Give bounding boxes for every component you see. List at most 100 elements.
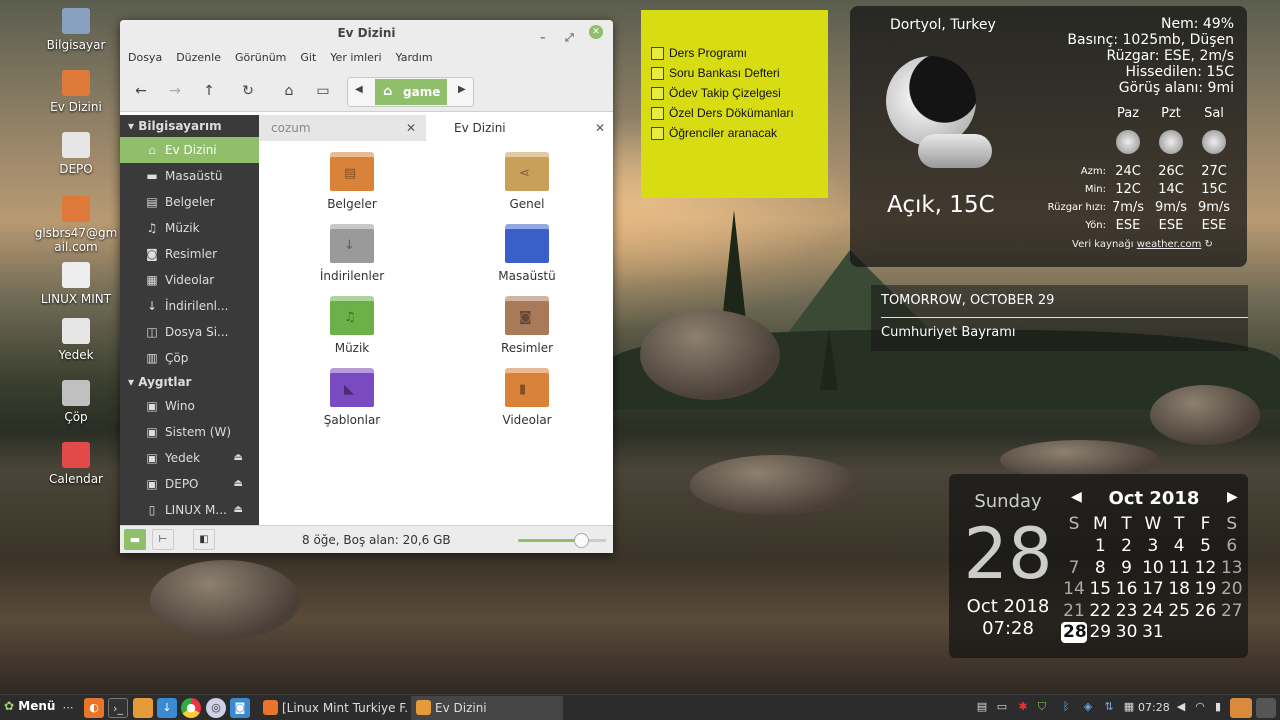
calendar-day-cell[interactable]: 26 [1193, 601, 1219, 623]
wifi-icon[interactable]: ◠ [1192, 699, 1208, 715]
sidebar-item[interactable]: ▣ DEPO ⏏ [120, 471, 259, 497]
calendar-day-cell[interactable]: 17 [1140, 579, 1166, 601]
calendar-day-cell[interactable]: 29 [1087, 622, 1113, 644]
calendar-day-cell[interactable]: 14 [1061, 579, 1087, 601]
calendar-icon[interactable]: ▦ [1121, 699, 1137, 715]
folder-item[interactable]: ⋖ Genel [477, 152, 577, 211]
sidebar-item[interactable]: ▥ Çöp [120, 345, 259, 371]
checkbox[interactable] [651, 86, 664, 100]
tree-toggle-button[interactable]: ⊢ [152, 529, 174, 550]
eject-icon[interactable]: ⏏ [234, 445, 243, 471]
checklist-item[interactable]: Ders Programı [641, 43, 828, 63]
checkbox[interactable] [651, 126, 664, 140]
sidebar-toggle-button[interactable]: ◧ [193, 529, 215, 550]
taskbar-button[interactable]: [Linux Mint Turkiye F... [258, 696, 408, 720]
eject-icon[interactable]: ⏏ [234, 471, 243, 497]
sidebar-item[interactable]: ▯ LINUX M... ⏏ [120, 497, 259, 523]
taskbar-button[interactable]: Ev Dizini [411, 696, 563, 720]
downloader-icon[interactable]: ↓ [157, 698, 177, 718]
menu-item[interactable]: Görünüm [235, 46, 286, 70]
calendar-day-cell[interactable]: 5 [1193, 536, 1219, 558]
calendar-day-cell[interactable]: 4 [1166, 536, 1192, 558]
breadcrumb-home-button[interactable]: ⌂ game [375, 79, 447, 105]
calendar-day-cell[interactable]: 15 [1087, 579, 1113, 601]
sidebar-section-header[interactable]: ▾ Aygıtlar [120, 371, 259, 393]
desktop-icon-item[interactable]: Çöp [36, 380, 116, 424]
workspace-icon[interactable] [1230, 698, 1252, 718]
show-desktop-icon[interactable]: ⋯ [58, 698, 78, 718]
notes-icon[interactable]: ▤ [974, 699, 990, 715]
checklist-item[interactable]: Özel Ders Dökümanları [641, 103, 828, 123]
checklist-item[interactable]: Soru Bankası Defteri [641, 63, 828, 83]
weather-source-link[interactable]: weather.com [1137, 239, 1202, 250]
computer-icon[interactable]: ▭ [312, 80, 334, 102]
calendar-day-cell[interactable]: 12 [1193, 558, 1219, 580]
sidebar-item[interactable]: ▣ Wino [120, 393, 259, 419]
menu-item[interactable]: Düzenle [176, 46, 221, 70]
calendar-day-cell[interactable]: 20 [1219, 579, 1245, 601]
screen-icon[interactable]: ▭ [994, 699, 1010, 715]
sidebar-item[interactable]: ▣ Yedek ⏏ [120, 445, 259, 471]
tab[interactable]: Ev Dizini ✕ [426, 115, 613, 141]
sidebar-item[interactable]: ▤ Belgeler [120, 189, 259, 215]
menu-item[interactable]: Yer imleri [330, 46, 381, 70]
calendar-day-cell[interactable]: 30 [1114, 622, 1140, 644]
calendar-day-cell[interactable]: 21 [1061, 601, 1087, 623]
sidebar-item[interactable]: ⌂ Ev Dizini [120, 137, 259, 163]
desktop-icon-item[interactable]: Calendar [36, 442, 116, 486]
checklist-item[interactable]: Öğrenciler aranacak [641, 123, 828, 143]
checklist-item[interactable]: Ödev Takip Çizelgesi [641, 83, 828, 103]
calendar-day-cell[interactable]: 19 [1193, 579, 1219, 601]
sidebar-item[interactable]: ◙ Resimler [120, 241, 259, 267]
panel-clock[interactable]: 07:28 [1138, 701, 1170, 714]
back-icon[interactable]: ← [130, 80, 152, 102]
calendar-day-cell[interactable]: 27 [1219, 601, 1245, 623]
calendar-prev-icon[interactable]: ◀ [1071, 489, 1082, 505]
checkbox[interactable] [651, 46, 664, 60]
refresh-icon[interactable]: ↻ [1205, 239, 1213, 250]
calendar-day-cell[interactable]: 10 [1140, 558, 1166, 580]
calendar-day-cell[interactable]: 3 [1140, 536, 1166, 558]
sidebar-item[interactable]: ♫ Müzik [120, 215, 259, 241]
sidebar-item[interactable]: ▬ Masaüstü [120, 163, 259, 189]
calendar-day-cell[interactable]: 18 [1166, 579, 1192, 601]
calendar-day-cell[interactable]: 8 [1087, 558, 1113, 580]
calendar-day-cell[interactable]: 13 [1219, 558, 1245, 580]
forward-icon[interactable]: → [164, 80, 186, 102]
checkbox[interactable] [651, 66, 664, 80]
checkbox[interactable] [651, 106, 664, 120]
network-icon[interactable]: ◈ [1080, 699, 1096, 715]
tab[interactable]: cozum ✕ [259, 115, 424, 141]
window-titlebar[interactable]: Ev Dizini – ⤢ ✕ [120, 20, 613, 46]
desktop-icon-item[interactable]: glsbrs47@gmail.com [34, 196, 118, 254]
zoom-slider-handle[interactable] [574, 533, 590, 548]
desktop-icon-item[interactable]: DEPO [36, 132, 116, 176]
bluetooth-icon[interactable]: ᛒ [1058, 699, 1074, 715]
folder-item[interactable]: ↓ İndirilenler [302, 224, 402, 283]
folder-item[interactable]: Masaüstü [477, 224, 577, 283]
eject-icon[interactable]: ⏏ [234, 497, 243, 523]
firefox-icon[interactable]: ◐ [84, 698, 104, 718]
calendar-day-cell[interactable]: 23 [1114, 601, 1140, 623]
calendar-day-cell[interactable]: 7 [1061, 558, 1087, 580]
desktop-icon-item[interactable]: Bilgisayar [36, 8, 116, 52]
calendar-day-cell[interactable]: 24 [1140, 601, 1166, 623]
desktop-icon-item[interactable]: Yedek [36, 318, 116, 362]
chrome-icon[interactable]: ● [181, 698, 201, 718]
folder-item[interactable]: ♫ Müzik [302, 296, 402, 355]
places-toggle-button[interactable]: ▬ [124, 529, 146, 550]
menu-item[interactable]: Yardım [396, 46, 433, 70]
network-activity-icon[interactable]: ⇅ [1101, 699, 1117, 715]
bug-icon[interactable]: ✱ [1015, 699, 1031, 715]
close-icon[interactable]: ✕ [595, 115, 605, 141]
menu-button[interactable]: ✿ Menü [4, 699, 55, 713]
sidebar-item[interactable]: ▣ Sistem (W) [120, 419, 259, 445]
menu-item[interactable]: Git [300, 46, 316, 70]
folder-item[interactable]: ◙ Resimler [477, 296, 577, 355]
sticky-note[interactable]: Ders Programı Soru Bankası Defteri Ödev Ta… [641, 10, 828, 198]
calendar-day-cell[interactable]: 16 [1114, 579, 1140, 601]
desktop-icon-item[interactable]: Ev Dizini [36, 70, 116, 114]
close-icon[interactable]: ✕ [589, 25, 603, 39]
calendar-day-cell[interactable]: 11 [1166, 558, 1192, 580]
desktop-icon-item[interactable]: LINUX MINT [36, 262, 116, 306]
